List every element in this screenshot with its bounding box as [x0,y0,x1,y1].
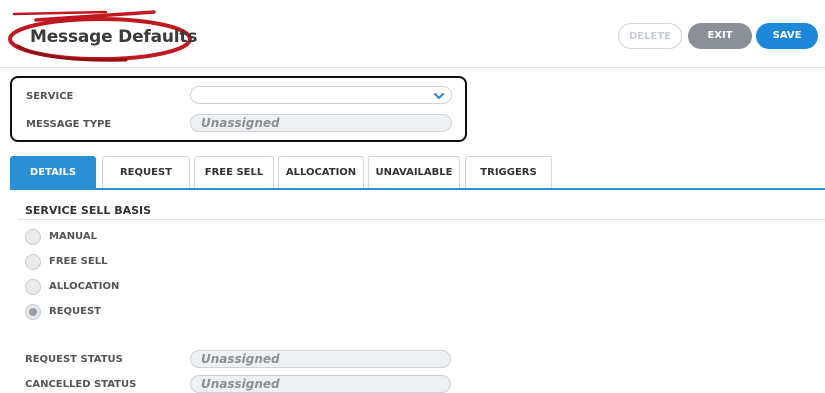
radio-button[interactable] [25,304,41,320]
tab-allocation[interactable]: ALLOCATION [278,156,364,188]
radio-button[interactable] [25,279,41,295]
tab-unavailable[interactable]: UNAVAILABLE [368,156,460,188]
radio-label: ALLOCATION [49,281,120,292]
radio-label: FREE SELL [49,256,108,267]
title-annotation: Message Defaults [6,10,198,62]
radio-label: REQUEST [49,306,102,317]
cancelled-status-label: CANCELLED STATUS [25,379,137,390]
service-label: SERVICE [26,91,74,102]
radio-button[interactable] [25,229,41,245]
tab-details[interactable]: DETAILS [10,156,96,188]
radio-label: MANUAL [49,231,97,242]
tab-free-sell[interactable]: FREE SELL [194,156,274,188]
request-status-value: Unassigned [201,352,280,366]
section-divider [18,219,825,220]
service-select[interactable] [190,86,452,104]
chevron-down-icon [434,93,444,100]
tab-bar: DETAILS REQUEST FREE SELL ALLOCATION UNA… [10,156,825,190]
delete-button[interactable]: DELETE [618,23,682,49]
request-status-label: REQUEST STATUS [25,354,123,365]
tab-request[interactable]: REQUEST [102,156,190,188]
message-type-label: MESSAGE TYPE [26,119,112,130]
service-selection-box: SERVICE MESSAGE TYPE Unassigned [10,76,467,142]
section-title: SERVICE SELL BASIS [25,204,152,217]
save-button[interactable]: SAVE [756,23,818,49]
tab-triggers[interactable]: TRIGGERS [465,156,552,188]
message-type-field: Unassigned [190,114,452,132]
request-status-field: Unassigned [190,350,451,368]
cancelled-status-value: Unassigned [201,377,280,391]
page-header: Message Defaults DELETE EXIT SAVE [0,0,825,68]
radio-button[interactable] [25,254,41,270]
cancelled-status-field: Unassigned [190,375,451,393]
message-type-value: Unassigned [201,116,280,130]
exit-button[interactable]: EXIT [688,23,752,49]
page-title: Message Defaults [30,27,198,47]
